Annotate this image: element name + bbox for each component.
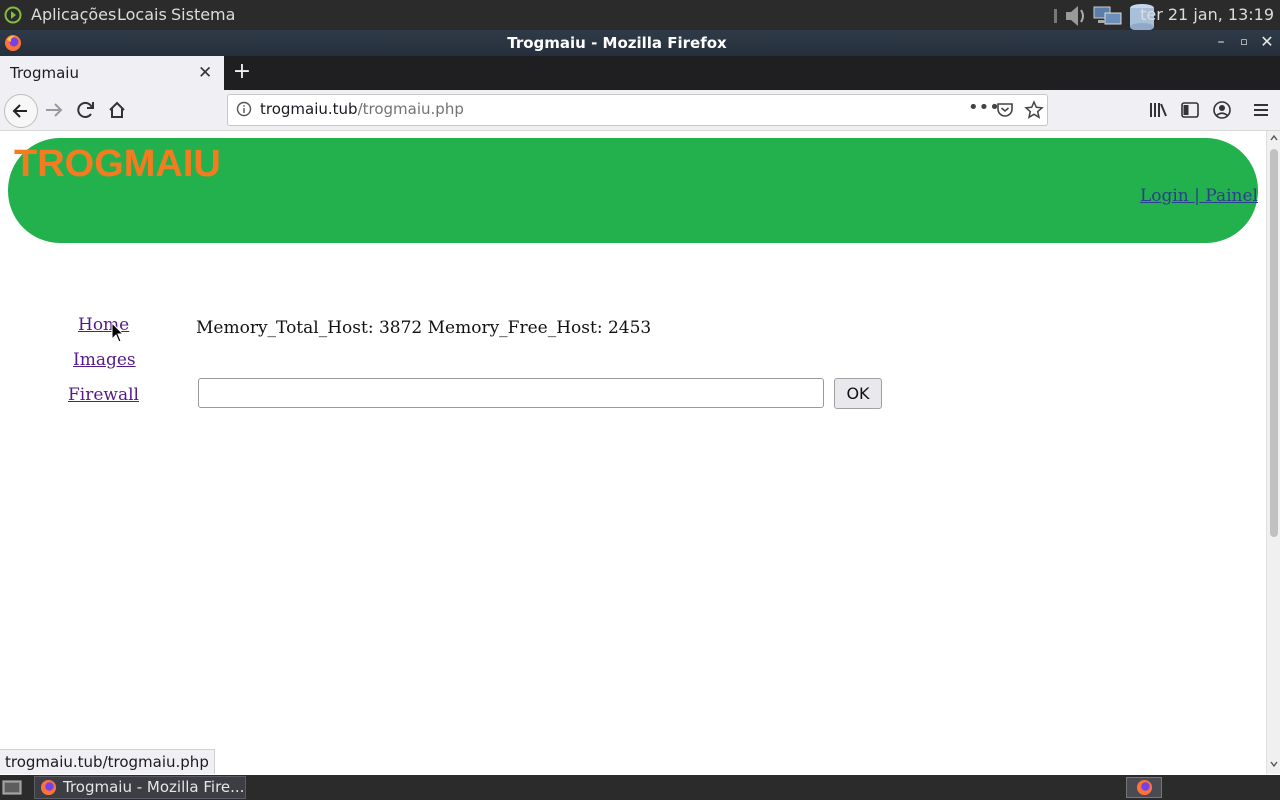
menu-system[interactable]: Sistema (171, 5, 235, 24)
pocket-icon[interactable] (996, 101, 1014, 119)
desktop-top-panel: Aplicações Locais Sistema ter 21 jan, 13… (0, 0, 1280, 31)
window-title: Trogmaiu - Mozilla Firefox (507, 34, 727, 52)
firefox-icon (40, 779, 57, 796)
login-painel-link[interactable]: Login | Painel (1140, 186, 1258, 206)
forward-arrow-icon (46, 103, 63, 117)
memory-info-text: Memory_Total_Host: 3872 Memory_Free_Host… (196, 318, 652, 338)
network-icon[interactable] (1092, 3, 1124, 29)
mouse-cursor-icon (111, 322, 125, 343)
menu-places[interactable]: Locais (117, 5, 167, 24)
tab-strip: Trogmaiu ✕ + (0, 56, 1280, 90)
home-icon (109, 101, 125, 118)
nav-link-firewall[interactable]: Firewall (68, 385, 139, 405)
sidebar-icon[interactable] (1180, 100, 1200, 120)
volume-icon[interactable] (1054, 3, 1088, 29)
taskbar-firefox-window[interactable]: Trogmaiu - Mozilla Fire... (34, 776, 246, 799)
tab-label: Trogmaiu (10, 64, 79, 82)
close-tab-icon[interactable]: ✕ (198, 63, 212, 83)
site-info-icon[interactable] (236, 101, 252, 117)
back-arrow-icon (12, 104, 27, 118)
nav-link-images[interactable]: Images (73, 350, 136, 370)
new-tab-icon[interactable]: + (230, 60, 254, 84)
navigation-toolbar: trogmaiu.tub/trogmaiu.php ••• (0, 90, 1280, 131)
scroll-down-icon[interactable] (1269, 759, 1279, 769)
clock[interactable]: ter 21 jan, 13:19 (1140, 5, 1274, 24)
window-titlebar[interactable]: Trogmaiu - Mozilla Firefox – ▫ ✕ (0, 30, 1280, 56)
minimize-icon[interactable]: – (1212, 33, 1230, 51)
status-link-preview: trogmaiu.tub/trogmaiu.php (0, 749, 215, 774)
forward-button[interactable] (38, 94, 70, 126)
tab-trogmaiu[interactable]: Trogmaiu ✕ (0, 56, 224, 90)
reload-icon (77, 101, 94, 118)
url-bar[interactable]: trogmaiu.tub/trogmaiu.php ••• (227, 94, 1048, 126)
taskbar-item-label: Trogmaiu - Mozilla Fire... (63, 778, 245, 796)
distro-logo-icon[interactable] (4, 6, 22, 24)
show-desktop-icon[interactable] (2, 779, 22, 796)
reload-button[interactable] (70, 94, 102, 126)
back-button[interactable] (4, 94, 38, 128)
library-icon[interactable] (1148, 100, 1168, 120)
home-button[interactable] (101, 94, 133, 126)
ok-button[interactable]: OK (834, 378, 882, 409)
menu-applications[interactable]: Aplicações (31, 5, 116, 24)
firefox-icon (1136, 779, 1153, 796)
desktop-taskbar: Trogmaiu - Mozilla Fire... (0, 775, 1280, 800)
account-icon[interactable] (1212, 100, 1232, 120)
page-scrollbar[interactable] (1266, 131, 1280, 774)
close-window-icon[interactable]: ✕ (1258, 33, 1276, 51)
scroll-thumb[interactable] (1270, 149, 1278, 537)
url-text[interactable]: trogmaiu.tub/trogmaiu.php (260, 100, 464, 118)
bookmark-star-icon[interactable] (1024, 100, 1044, 120)
site-title: TROGMAIU (14, 143, 221, 185)
url-host: trogmaiu.tub (260, 100, 358, 118)
hamburger-menu-icon[interactable] (1251, 100, 1271, 120)
scroll-up-icon[interactable] (1269, 133, 1279, 143)
workspace-switcher[interactable] (1126, 777, 1162, 798)
command-input[interactable] (198, 378, 824, 408)
maximize-icon[interactable]: ▫ (1235, 33, 1253, 51)
url-path: /trogmaiu.php (357, 100, 464, 118)
